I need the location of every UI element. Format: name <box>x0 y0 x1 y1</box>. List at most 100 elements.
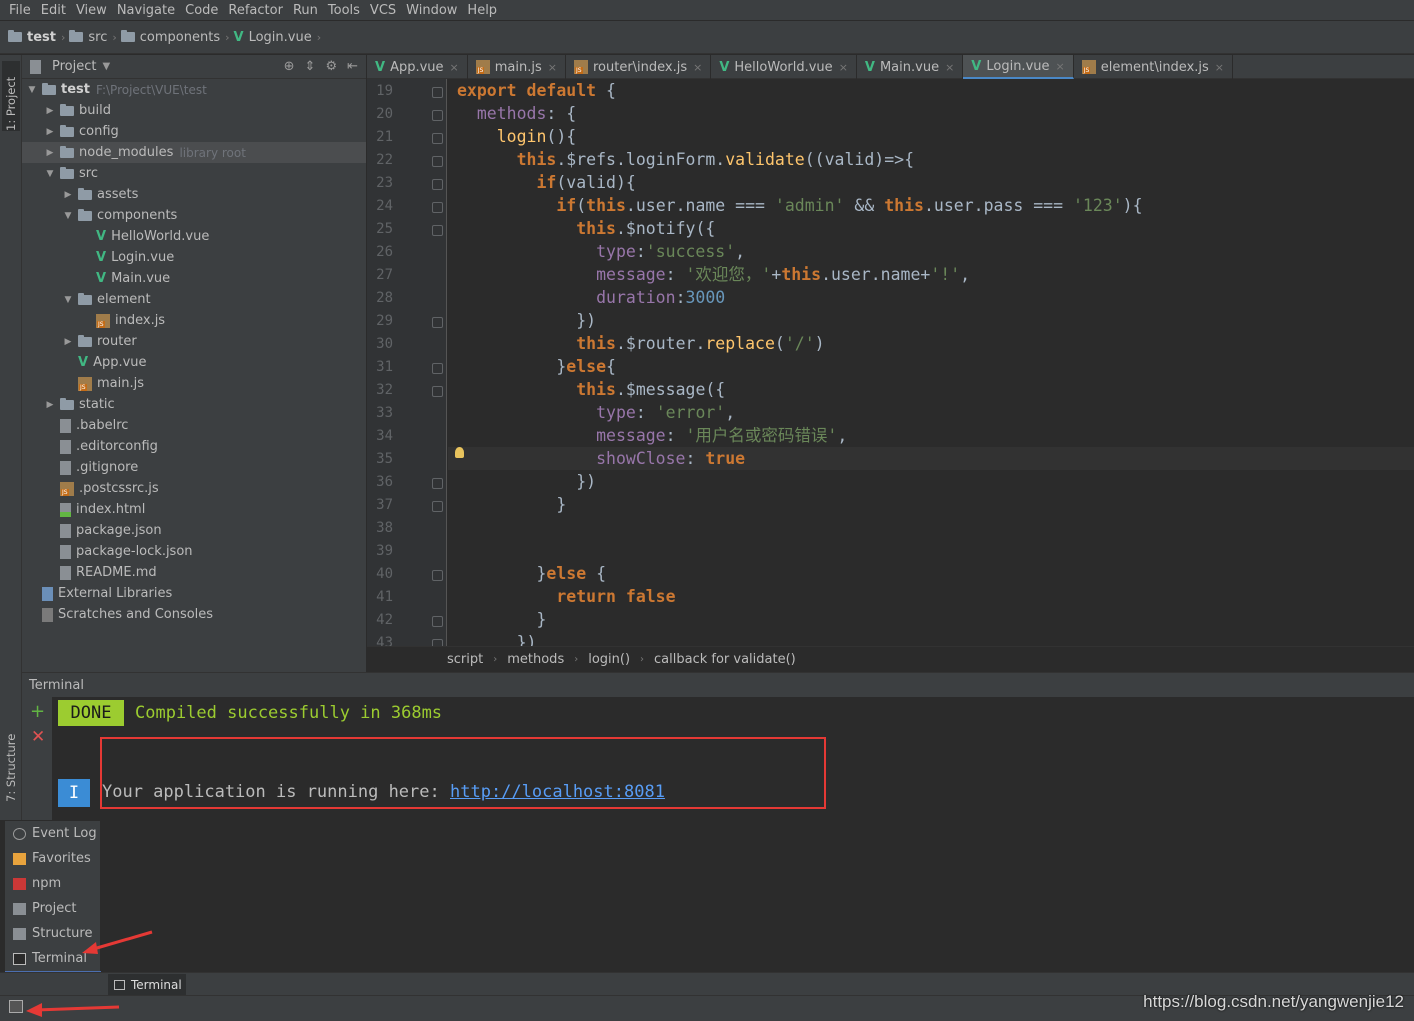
tree-item[interactable]: ▶ router <box>22 331 366 352</box>
fold-marker-icon[interactable] <box>432 317 443 328</box>
tree-item[interactable]: ▼ components <box>22 205 366 226</box>
close-icon[interactable]: × <box>1056 60 1065 73</box>
chevron-right-icon[interactable]: ▶ <box>62 190 74 200</box>
chevron-right-icon[interactable]: ▶ <box>62 337 74 347</box>
editor-tab[interactable]: main.js × <box>468 55 566 79</box>
tree-item[interactable]: ▼ element <box>22 289 366 310</box>
tool-menu-item[interactable]: Event Log <box>5 821 101 846</box>
menu-file[interactable]: File <box>4 3 36 18</box>
tree-item[interactable]: main.js <box>22 373 366 394</box>
fold-marker-icon[interactable] <box>432 501 443 512</box>
tool-menu-item[interactable]: Project <box>5 896 101 921</box>
collapse-icon[interactable]: ⇕ <box>305 59 316 74</box>
chevron-down-icon[interactable]: ▼ <box>62 295 74 305</box>
tree-item[interactable]: ▶ assets <box>22 184 366 205</box>
fold-marker-icon[interactable] <box>432 179 443 190</box>
editor-tab[interactable]: router\index.js × <box>566 55 712 79</box>
tab-project-tool[interactable]: 1: Project <box>2 61 20 131</box>
menu-window[interactable]: Window <box>401 3 462 18</box>
tree-item[interactable]: V Main.vue <box>22 268 366 289</box>
menu-help[interactable]: Help <box>462 3 502 18</box>
tree-item[interactable]: .editorconfig <box>22 436 366 457</box>
tree-root[interactable]: ▼ test F:\Project\VUE\test <box>22 79 366 100</box>
menu-tools[interactable]: Tools <box>323 3 365 18</box>
editor-tab[interactable]: V App.vue × <box>367 55 468 79</box>
bottom-tab-terminal[interactable]: Terminal <box>108 974 186 995</box>
menu-navigate[interactable]: Navigate <box>112 3 180 18</box>
chevron-right-icon[interactable]: ▶ <box>44 400 56 410</box>
menu-edit[interactable]: Edit <box>36 3 71 18</box>
tree-item[interactable]: ▶ build <box>22 100 366 121</box>
close-icon[interactable]: × <box>1215 61 1224 74</box>
fold-marker-icon[interactable] <box>432 156 443 167</box>
close-terminal-icon[interactable]: ✕ <box>31 727 45 747</box>
tree-item[interactable]: index.html <box>22 499 366 520</box>
nav-crumb-src[interactable]: src › <box>69 30 117 45</box>
editor-breadcrumb-item[interactable]: script <box>447 652 483 667</box>
menu-code[interactable]: Code <box>180 3 223 18</box>
add-terminal-icon[interactable]: + <box>30 701 45 722</box>
chevron-down-icon[interactable]: ▼ <box>62 211 74 221</box>
tree-item[interactable]: ▶ node_modules library root <box>22 142 366 163</box>
chevron-down-icon[interactable]: ▼ <box>44 169 56 179</box>
close-icon[interactable]: × <box>839 61 848 74</box>
tree-item[interactable]: README.md <box>22 562 366 583</box>
tool-windows-icon[interactable] <box>9 1000 23 1013</box>
fold-marker-icon[interactable] <box>432 87 443 98</box>
chevron-down-icon[interactable]: ▼ <box>102 61 110 72</box>
tree-item[interactable]: V HelloWorld.vue <box>22 226 366 247</box>
gear-icon[interactable]: ⚙ <box>325 59 337 74</box>
close-icon[interactable]: × <box>945 61 954 74</box>
nav-crumb-file[interactable]: V Login.vue › <box>234 30 322 45</box>
editor-breadcrumb-item[interactable]: login() <box>588 652 630 667</box>
tree-item[interactable]: ▶ config <box>22 121 366 142</box>
fold-marker-icon[interactable] <box>432 478 443 489</box>
fold-marker-icon[interactable] <box>432 386 443 397</box>
chevron-right-icon[interactable]: ▶ <box>44 148 56 158</box>
terminal-body[interactable]: + ✕ DONE Compiled successfully in 368ms … <box>22 697 1414 821</box>
fold-marker-icon[interactable] <box>432 225 443 236</box>
editor-tab[interactable]: V Login.vue × <box>963 55 1074 79</box>
menu-view[interactable]: View <box>71 3 112 18</box>
tree-item[interactable]: ▶ static <box>22 394 366 415</box>
editor-tab[interactable]: V Main.vue × <box>857 55 964 79</box>
close-icon[interactable]: × <box>548 61 557 74</box>
fold-marker-icon[interactable] <box>432 133 443 144</box>
tree-item[interactable]: V App.vue <box>22 352 366 373</box>
editor-breadcrumb-item[interactable]: methods <box>507 652 564 667</box>
fold-marker-icon[interactable] <box>432 110 443 121</box>
tree-item[interactable]: Scratches and Consoles <box>22 604 366 625</box>
menu-run[interactable]: Run <box>288 3 323 18</box>
hide-icon[interactable]: ⇤ <box>347 59 358 74</box>
tree-item[interactable]: package-lock.json <box>22 541 366 562</box>
tool-menu-item[interactable]: Favorites <box>5 846 101 871</box>
chevron-right-icon[interactable]: ▶ <box>44 106 56 116</box>
tree-item[interactable]: index.js <box>22 310 366 331</box>
close-icon[interactable]: × <box>693 61 702 74</box>
tree-item[interactable]: V Login.vue <box>22 247 366 268</box>
menu-vcs[interactable]: VCS <box>365 3 401 18</box>
tree-item[interactable]: ▼ src <box>22 163 366 184</box>
fold-marker-icon[interactable] <box>432 639 443 646</box>
code-editor[interactable]: 19 20 21 22 23 24 25 26 27 28 29 30 31 32 33 34 35 36 37 38… <box>367 79 1414 646</box>
nav-crumb-project[interactable]: test › <box>8 30 65 45</box>
tree-item[interactable]: External Libraries <box>22 583 366 604</box>
menu-refactor[interactable]: Refactor <box>223 3 288 18</box>
project-panel-title[interactable]: Project <box>52 59 96 74</box>
chevron-right-icon[interactable]: ▶ <box>44 127 56 137</box>
fold-marker-icon[interactable] <box>432 202 443 213</box>
tab-structure-tool[interactable]: 7: Structure <box>2 720 20 802</box>
editor-tab[interactable]: element\index.js × <box>1074 55 1234 79</box>
tree-item[interactable]: .babelrc <box>22 415 366 436</box>
fold-marker-icon[interactable] <box>432 616 443 627</box>
tree-item[interactable]: .gitignore <box>22 457 366 478</box>
close-icon[interactable]: × <box>450 61 459 74</box>
tool-menu-item[interactable]: npm <box>5 871 101 896</box>
fold-marker-icon[interactable] <box>432 570 443 581</box>
nav-crumb-components[interactable]: components › <box>120 30 230 45</box>
tree-item[interactable]: package.json <box>22 520 366 541</box>
editor-breadcrumb-item[interactable]: callback for validate() <box>654 652 796 667</box>
tree-item[interactable]: .postcssrc.js <box>22 478 366 499</box>
editor-tab[interactable]: V HelloWorld.vue × <box>711 55 857 79</box>
fold-marker-icon[interactable] <box>432 363 443 374</box>
